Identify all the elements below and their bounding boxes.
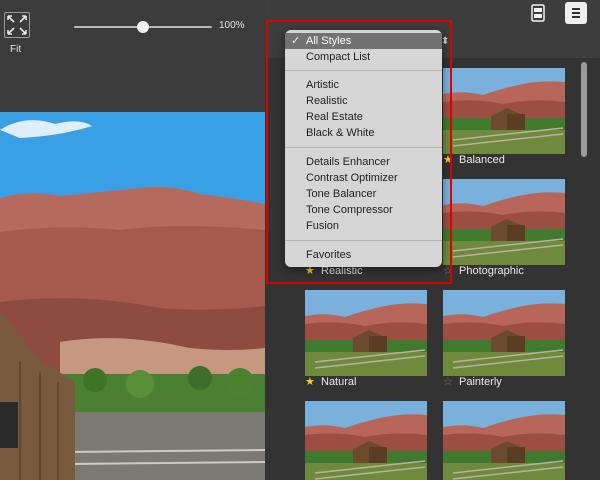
preset-thumbnail[interactable]: [305, 401, 427, 480]
image-preview[interactable]: [0, 112, 265, 480]
view-toolbar: Fit 100%: [0, 0, 265, 112]
preset-label-photographic[interactable]: ☆ Photographic: [443, 264, 524, 277]
compare-view-icon: [531, 4, 545, 22]
zoom-slider-thumb[interactable]: [137, 21, 149, 33]
compare-view-button[interactable]: [527, 2, 549, 24]
preset-thumbnail[interactable]: [443, 401, 565, 480]
panel-menu-button[interactable]: [565, 2, 587, 24]
hamburger-menu-icon: [572, 8, 580, 10]
star-icon[interactable]: ★: [305, 375, 317, 388]
preset-thumbnail[interactable]: [443, 68, 565, 154]
preset-thumbnail[interactable]: [443, 179, 565, 265]
fit-label: Fit: [10, 44, 22, 55]
fit-to-screen-icon: [4, 12, 30, 38]
photo-editor-window: Fit 100% ⬍ ★ Balanced ★ Realistic ☆ Phot…: [0, 0, 600, 480]
landscape-photo: [0, 112, 265, 480]
fit-button[interactable]: Fit: [4, 12, 30, 56]
zoom-value: 100%: [219, 20, 245, 31]
preset-label-balanced[interactable]: ★ Balanced: [443, 153, 505, 166]
preset-label-natural[interactable]: ★ Natural: [305, 375, 356, 388]
presets-scrollbar[interactable]: [581, 62, 587, 157]
star-icon[interactable]: ☆: [443, 375, 455, 388]
preset-label-painterly[interactable]: ☆ Painterly: [443, 375, 502, 388]
annotation-outline: [266, 20, 452, 284]
preset-thumbnail[interactable]: [305, 290, 427, 376]
preset-thumbnail[interactable]: [443, 290, 565, 376]
